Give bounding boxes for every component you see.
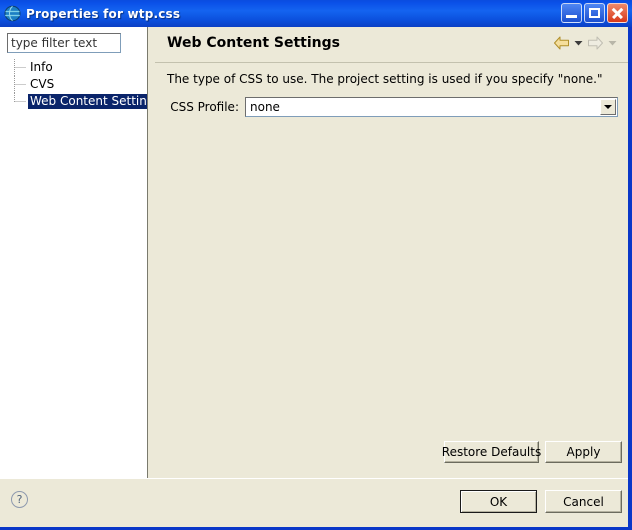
css-profile-row: CSS Profile: none <box>167 97 622 117</box>
eclipse-globe-icon <box>4 5 21 22</box>
settings-tree: Info CVS Web Content Settings <box>0 59 163 110</box>
tree-item-label: Info <box>30 60 53 74</box>
page-title: Web Content Settings <box>167 35 340 51</box>
tree-item-cvs[interactable]: CVS <box>0 76 147 93</box>
ok-button[interactable]: OK <box>460 490 537 513</box>
dialog-footer: ? OK Cancel <box>0 478 632 527</box>
window-border-right <box>628 27 632 530</box>
css-profile-value: none <box>250 100 280 114</box>
page-header: Web Content Settings <box>155 27 628 62</box>
window-controls <box>561 3 628 23</box>
settings-tree-panel: Info CVS <box>0 27 163 478</box>
apply-button[interactable]: Apply <box>545 441 622 463</box>
window-title: Properties for wtp.css <box>26 6 181 21</box>
tree-item-info[interactable]: Info <box>0 59 147 76</box>
forward-arrow-icon <box>586 35 605 51</box>
page-navigation <box>552 35 618 51</box>
tree-connector-icon <box>14 93 28 110</box>
tree-item-label: Web Content Settings <box>28 94 163 109</box>
tree-item-label: CVS <box>30 77 55 91</box>
title-bar: Properties for wtp.css <box>0 0 632 27</box>
dialog-client-area: Info CVS <box>0 27 632 527</box>
forward-history-chevron-down-icon <box>607 35 618 51</box>
panel-sash-divider[interactable] <box>147 27 155 478</box>
css-profile-dropdown-button[interactable] <box>600 99 616 115</box>
tree-connector-icon <box>14 76 28 93</box>
tree-item-web-content-settings[interactable]: Web Content Settings <box>0 93 163 110</box>
css-profile-label: CSS Profile: <box>170 100 239 114</box>
filter-input[interactable] <box>7 33 121 53</box>
minimize-button[interactable] <box>561 3 582 23</box>
back-arrow-icon[interactable] <box>552 35 571 51</box>
close-button[interactable] <box>607 3 628 23</box>
tree-connector-icon <box>14 59 28 76</box>
cancel-button[interactable]: Cancel <box>545 490 622 513</box>
maximize-button[interactable] <box>584 3 605 23</box>
restore-defaults-button[interactable]: Restore Defaults <box>442 441 541 463</box>
css-profile-combobox[interactable]: none <box>245 97 618 117</box>
properties-dialog: Properties for wtp.css type filter text … <box>0 0 632 530</box>
chevron-down-icon <box>604 105 612 109</box>
page-description: The type of CSS to use. The project sett… <box>167 72 603 86</box>
header-separator <box>155 62 628 63</box>
back-history-chevron-down-icon[interactable] <box>573 35 584 51</box>
question-mark-icon[interactable]: ? <box>11 491 28 508</box>
settings-page: Web Content Settings The type of CSS to … <box>155 27 628 478</box>
footer-separator <box>0 478 632 479</box>
